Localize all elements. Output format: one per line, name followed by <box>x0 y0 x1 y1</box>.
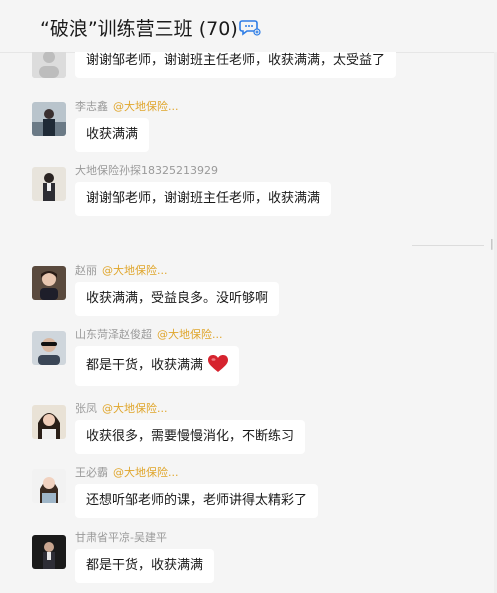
avatar[interactable] <box>32 266 66 300</box>
message-bubble[interactable]: 收获满满，受益良多。没听够啊 <box>75 282 280 316</box>
avatar[interactable] <box>32 52 66 78</box>
message-text: 收获很多，需要慢慢消化，不断练习 <box>86 429 295 444</box>
sender-line: 山东菏泽赵俊超 @大地保险... <box>75 326 223 342</box>
sender-name[interactable]: 张凤 <box>75 402 97 415</box>
message-text: 谢谢邹老师，谢谢班主任老师，收获满满 <box>86 191 321 206</box>
message-bubble[interactable]: 谢谢邹老师，谢谢班主任老师，收获满满，太受益了 <box>75 52 397 78</box>
chat-header: “破浪”训练营三班 (70) <box>0 0 497 53</box>
message-bubble[interactable]: 都是干货，收获满满 <box>75 549 215 583</box>
message-bubble[interactable]: 谢谢邹老师，谢谢班主任老师，收获满满 <box>75 182 332 216</box>
message-text: 收获满满，受益良多。没听够啊 <box>86 291 269 306</box>
time-divider <box>412 245 484 246</box>
sender-name[interactable]: 王必霸 <box>75 466 108 479</box>
sender-line: 甘肃省平凉-吴建平 <box>75 529 167 545</box>
message-text: 谢谢邹老师，谢谢班主任老师，收获满满，太受益了 <box>86 53 386 68</box>
sender-tag: @大地保险... <box>113 466 179 479</box>
sender-line: 赵丽 @大地保险... <box>75 262 168 278</box>
avatar[interactable] <box>32 331 66 365</box>
message-text: 都是干货，收获满满 <box>86 558 204 573</box>
sender-line: 李志鑫 @大地保险... <box>75 98 179 114</box>
message-text: 都是干货，收获满满 <box>86 358 204 373</box>
message-text: 收获满满 <box>86 127 139 142</box>
message-text: 还想听邹老师的课，老师讲得太精彩了 <box>86 493 308 508</box>
avatar[interactable] <box>32 535 66 569</box>
sender-line: 王必霸 @大地保险... <box>75 464 179 480</box>
message-list[interactable]: 谢谢邹老师，谢谢班主任老师，收获满满，太受益了 李志鑫 @大地保险... 收获满满… <box>0 52 497 593</box>
sender-line: 张凤 @大地保险... <box>75 400 168 416</box>
avatar[interactable] <box>32 405 66 439</box>
message-bubble[interactable]: 收获很多，需要慢慢消化，不断练习 <box>75 420 306 454</box>
sender-name[interactable]: 甘肃省平凉-吴建平 <box>75 531 167 544</box>
sender-line: 大地保险孙探18325213929 <box>75 162 218 178</box>
sender-name[interactable]: 赵丽 <box>75 264 97 277</box>
sender-name[interactable]: 大地保险孙探18325213929 <box>75 164 218 177</box>
sender-tag: @大地保险... <box>157 328 223 341</box>
group-title[interactable]: “破浪”训练营三班 (70) <box>40 14 238 41</box>
message-bubble[interactable]: 收获满满 <box>75 118 150 152</box>
sender-tag: @大地保险... <box>102 402 168 415</box>
heart-emoji <box>208 355 229 372</box>
message-bubble[interactable]: 都是干货，收获满满 <box>75 346 240 386</box>
sender-tag: @大地保险... <box>102 264 168 277</box>
avatar[interactable] <box>32 167 66 201</box>
avatar[interactable] <box>32 102 66 136</box>
sender-tag: @大地保险... <box>113 100 179 113</box>
group-members-icon[interactable] <box>239 18 261 36</box>
sender-name[interactable]: 李志鑫 <box>75 100 108 113</box>
avatar[interactable] <box>32 469 66 503</box>
sender-name[interactable]: 山东菏泽赵俊超 <box>75 328 152 341</box>
message-bubble[interactable]: 还想听邹老师的课，老师讲得太精彩了 <box>75 484 319 518</box>
